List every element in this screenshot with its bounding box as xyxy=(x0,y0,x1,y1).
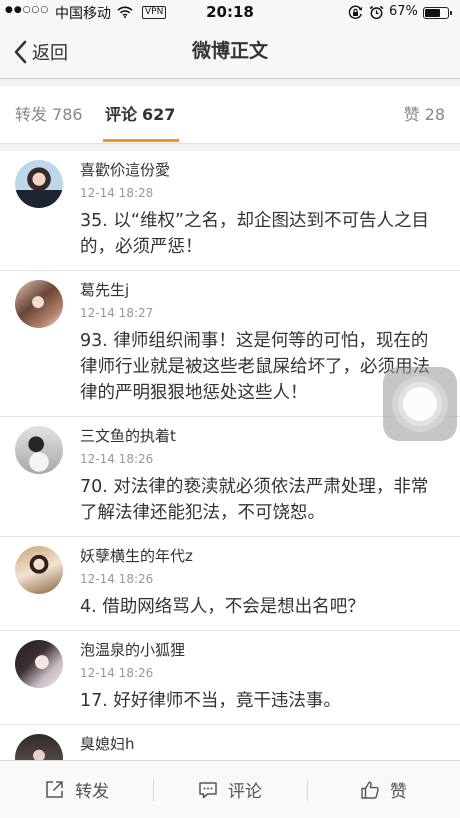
share-icon xyxy=(44,779,65,800)
comment-item[interactable]: 喜歡伱這份愛 12-14 18:28 35. 以“维权”之名，却企图达到不可告人… xyxy=(0,151,460,271)
comment-text: 17. 好好律师不当，竟干违法事。 xyxy=(80,691,341,711)
battery-icon xyxy=(423,7,452,19)
screen: ●●○○○ 中国移动 VPN 20:18 67% 返回 微博正文 转发 786 … xyxy=(0,0,460,818)
comment-time: 12-14 18:27 xyxy=(80,306,154,320)
tab-repost[interactable]: 转发 786 xyxy=(15,86,83,144)
assistive-touch-ring-inner xyxy=(403,387,437,421)
battery-nub xyxy=(450,11,452,15)
comment-time: 12-14 18:26 xyxy=(80,666,154,680)
navigation-bar: 返回 微博正文 xyxy=(0,25,460,79)
comment-item[interactable]: 妖孽横生的年代z 12-14 18:26 4. 借助网络骂人，不会是想出名吧？ xyxy=(0,537,460,631)
avatar[interactable] xyxy=(15,640,63,688)
rotation-lock-icon xyxy=(348,5,363,24)
tab-label: 赞 xyxy=(403,105,420,124)
thumbs-up-icon xyxy=(360,780,380,800)
tab-count: 786 xyxy=(52,105,83,124)
comment-button[interactable]: 评论 xyxy=(153,761,306,818)
avatar[interactable] xyxy=(15,160,63,208)
comment-username[interactable]: 臭媳妇h xyxy=(80,734,442,754)
comment-time: 12-14 18:28 xyxy=(80,186,154,200)
page-title: 微博正文 xyxy=(191,40,268,62)
tab-count: 627 xyxy=(142,105,176,124)
bottom-toolbar: 转发 评论 赞 xyxy=(0,760,460,818)
like-label: 赞 xyxy=(389,782,407,802)
alarm-icon xyxy=(369,5,384,24)
battery-level xyxy=(425,9,440,17)
tab-count: 28 xyxy=(424,105,445,124)
comment-time: 12-14 18:26 xyxy=(80,572,154,586)
comment-username[interactable]: 泡温泉的小狐狸 xyxy=(80,640,442,660)
repost-label: 转发 xyxy=(75,782,110,802)
comment-text: 35. 以“维权”之名，却企图达到不可告人之目的，必须严惩！ xyxy=(80,211,430,257)
comment-label: 评论 xyxy=(227,782,262,802)
repost-button[interactable]: 转发 xyxy=(0,761,153,818)
avatar[interactable] xyxy=(15,280,63,328)
comment-username[interactable]: 妖孽横生的年代z xyxy=(80,546,442,566)
assistive-touch-icon[interactable] xyxy=(383,367,457,441)
toolbar-divider xyxy=(307,779,308,801)
comment-list: 喜歡伱這份愛 12-14 18:28 35. 以“维权”之名，却企图达到不可告人… xyxy=(0,151,460,795)
comment-item[interactable]: 泡温泉的小狐狸 12-14 18:26 17. 好好律师不当，竟干违法事。 xyxy=(0,631,460,725)
status-bar: ●●○○○ 中国移动 VPN 20:18 67% xyxy=(0,0,460,25)
comment-text: 4. 借助网络骂人，不会是想出名吧？ xyxy=(80,597,365,617)
tab-label: 转发 xyxy=(15,105,48,124)
battery-percent: 67% xyxy=(389,4,418,19)
toolbar-divider xyxy=(153,779,154,801)
avatar[interactable] xyxy=(15,546,63,594)
active-tab-indicator xyxy=(103,139,179,142)
comment-time: 12-14 18:26 xyxy=(80,452,154,466)
tab-bar: 转发 786 评论 627 赞 28 xyxy=(0,86,460,144)
tab-comment[interactable]: 评论 627 xyxy=(105,86,175,144)
comment-username[interactable]: 葛先生j xyxy=(80,280,442,300)
tab-label: 评论 xyxy=(105,105,138,124)
tab-like[interactable]: 赞 28 xyxy=(404,86,445,144)
comment-icon xyxy=(198,780,218,800)
like-button[interactable]: 赞 xyxy=(307,761,460,818)
avatar[interactable] xyxy=(15,426,63,474)
comment-username[interactable]: 喜歡伱這份愛 xyxy=(80,160,442,180)
comment-text: 70. 对法律的亵渎就必须依法严肃处理，非常了解法律还能犯法，不可饶恕。 xyxy=(80,477,429,523)
